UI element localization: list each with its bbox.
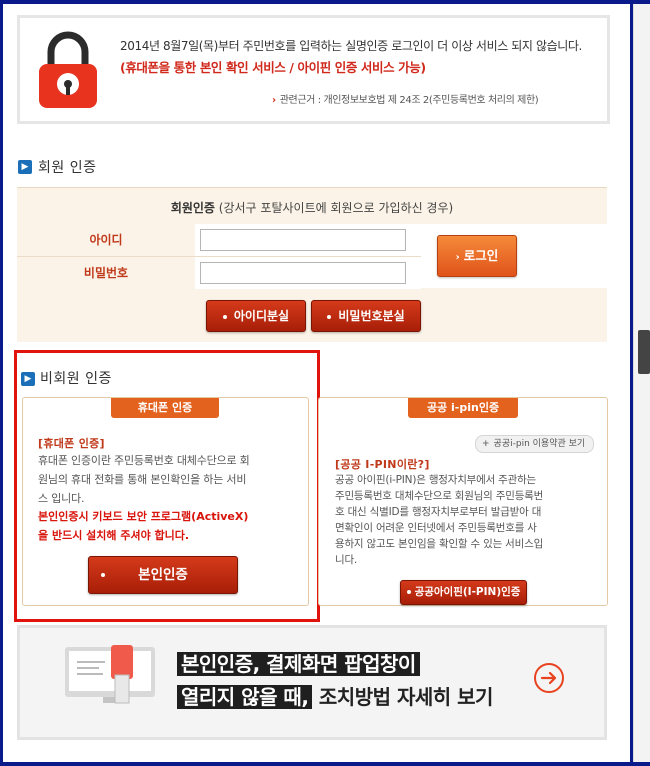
banner-line-2: 열리지 않을 때, 조치방법 자세히 보기 (177, 683, 493, 711)
member-section-title: 회원 인증 (38, 160, 97, 176)
monitor-popup-icon (65, 645, 155, 704)
notice-legal-basis: › 관련근거 : 개인정보보호법 제 24조 2(주민등록번호 처리의 제한) (272, 95, 539, 106)
password-label: 비밀번호 (17, 257, 195, 289)
phone-auth-button[interactable]: 본인인증 (88, 556, 238, 594)
section-arrow-icon: ▶ (21, 372, 35, 386)
ipin-auth-tab: 공공 i-pin인증 (408, 398, 518, 418)
notice-message: 2014년 8월7일(목)부터 주민번호를 입력하는 실명인증 로그인이 더 이… (120, 39, 582, 53)
ipin-heading: [공공 I-PIN이란?] (335, 458, 430, 471)
find-password-button[interactable]: 비밀번호분실 (311, 300, 421, 332)
section-arrow-icon: ▶ (18, 160, 32, 174)
banner-line-1: 본인인증, 결제화면 팝업창이 (177, 650, 420, 678)
bullet-icon (101, 573, 105, 577)
window-frame-left (0, 0, 3, 766)
chevron-right-icon: › (455, 252, 460, 263)
vertical-scrollbar[interactable] (633, 4, 650, 762)
guest-section-title: 비회원 인증 (40, 371, 112, 387)
ipin-description: 공공 아이핀(i-PIN)은 행정자치부에서 주관하는 주민등록번호 대체수단으… (335, 474, 544, 566)
phone-auth-description: 휴대폰 인증이란 주민등록번호 대체수단으로 회 원님의 휴대 전화를 통해 본… (38, 454, 250, 505)
ipin-terms-button[interactable]: + 공공i-pin 이용약관 보기 (475, 435, 595, 453)
activex-warning: 본인인증시 키보드 보안 프로그램(ActiveX) 을 반드시 설치해 주셔야… (38, 510, 249, 542)
notice-available-services: (휴대폰을 통한 본인 확인 서비스 / 아이핀 인증 서비스 가능) (120, 60, 426, 75)
bullet-icon (222, 314, 227, 319)
ipin-auth-button[interactable]: 공공아이핀(I-PIN)인증 (400, 580, 527, 605)
member-auth-description: (강서구 포탈사이트에 회원으로 가입하신 경우) (214, 201, 454, 215)
arrow-right-icon[interactable] (533, 662, 565, 694)
window-frame-top (0, 0, 650, 4)
id-input[interactable] (200, 229, 406, 251)
lock-icon (39, 31, 97, 108)
member-auth-title: 회원인증 (170, 201, 215, 215)
phone-auth-heading: [휴대폰 인증] (38, 437, 105, 450)
phone-auth-tab: 휴대폰 인증 (111, 398, 219, 418)
plus-icon: + (482, 439, 490, 449)
bullet-icon (327, 314, 332, 319)
find-id-button[interactable]: 아이디분실 (206, 300, 306, 332)
bullet-icon (406, 590, 411, 594)
scrollbar-thumb[interactable] (638, 330, 650, 374)
window-frame-bottom (0, 762, 650, 766)
password-input[interactable] (200, 262, 406, 284)
chevron-right-icon: › (272, 95, 276, 106)
login-button[interactable]: › 로그인 (437, 235, 517, 277)
id-label: 아이디 (17, 224, 195, 256)
member-auth-header: 회원인증 (강서구 포탈사이트에 회원으로 가입하신 경우) (17, 187, 607, 226)
